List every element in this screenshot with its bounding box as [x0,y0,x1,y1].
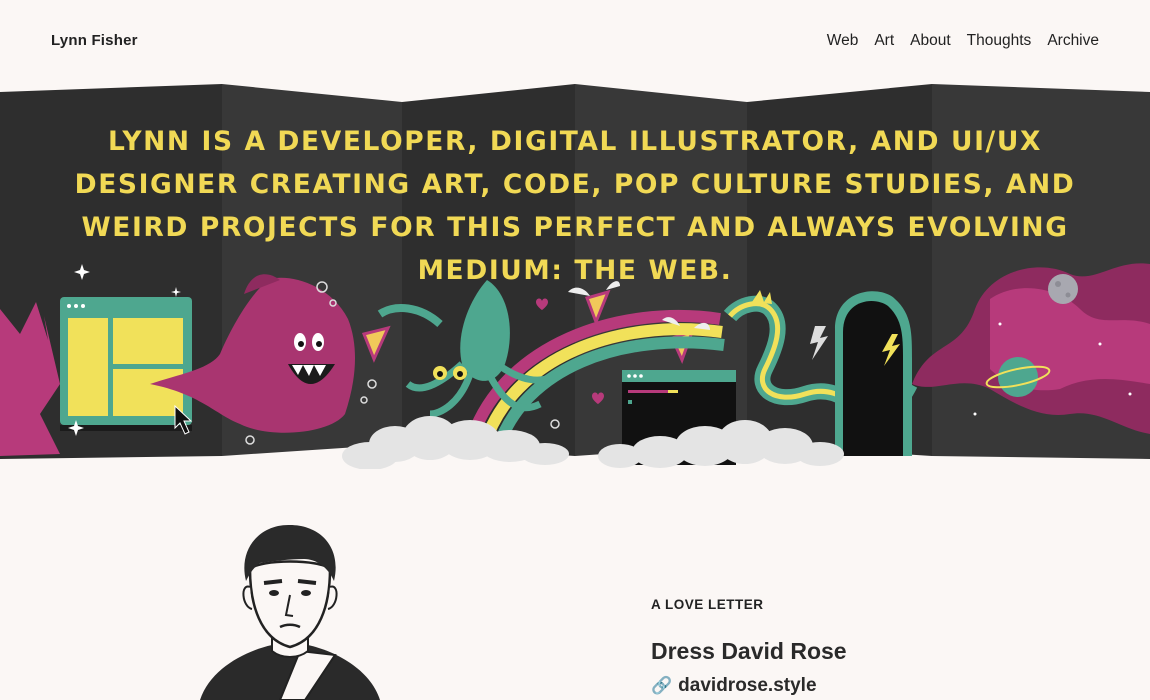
featured-project: A LOVE LETTER Dress David Rose 🔗 davidro… [0,469,1150,700]
nav-item-about[interactable]: About [910,32,951,50]
hero-tagline: Lynn is a developer, digital illustrator… [74,126,1076,286]
site-header: Lynn Fisher Web Art About Thoughts Archi… [0,0,1150,84]
hero-banner: Lynn is a developer, digital illustrator… [0,84,1150,469]
main-nav: Web Art About Thoughts Archive [827,32,1099,50]
portal-illustration [835,291,912,456]
site-title-link[interactable]: Lynn Fisher [51,32,138,49]
link-icon: 🔗 [651,676,673,695]
nav-item-web[interactable]: Web [827,32,859,50]
feature-title[interactable]: Dress David Rose [651,638,847,665]
feature-link[interactable]: 🔗 davidrose.style [651,675,847,697]
portrait-illustration[interactable] [190,519,390,700]
nav-item-archive[interactable]: Archive [1047,32,1099,50]
nav-item-art[interactable]: Art [874,32,894,50]
nav-item-thoughts[interactable]: Thoughts [967,32,1032,50]
feature-link-text: davidrose.style [678,675,817,696]
browser-window-illustration [60,297,192,431]
feature-text: A LOVE LETTER Dress David Rose 🔗 davidro… [651,597,847,697]
feature-eyebrow: A LOVE LETTER [651,597,764,612]
